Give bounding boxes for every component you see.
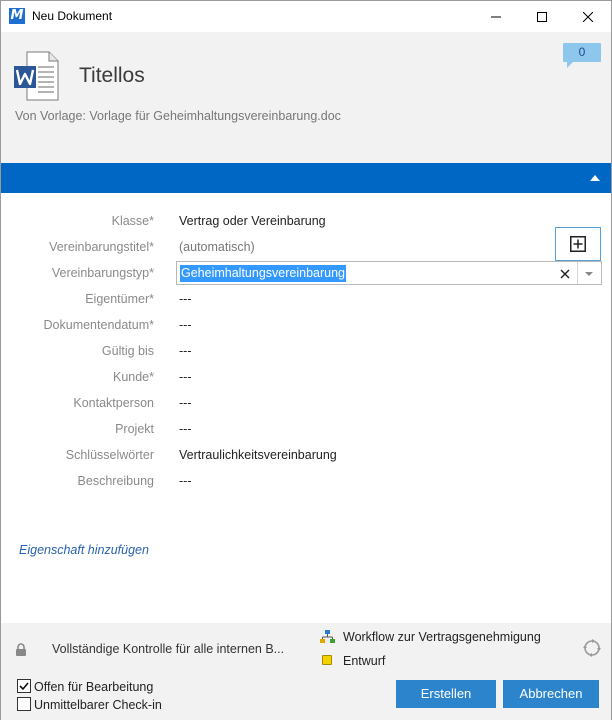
property-value[interactable]: Vertrag oder Vereinbarung <box>179 214 326 228</box>
properties-form: Klasse* Vertrag oder Vereinbarung Verein… <box>1 193 611 613</box>
lock-icon <box>16 643 26 656</box>
property-value[interactable]: --- <box>179 422 192 436</box>
property-label: Vereinbarungstitel* <box>49 240 154 254</box>
cancel-button[interactable]: Abbrechen <box>503 680 599 708</box>
properties-collapse-bar[interactable] <box>1 163 611 193</box>
chevron-up-icon[interactable] <box>589 173 601 183</box>
permission-text[interactable]: Vollständige Kontrolle für alle internen… <box>52 642 284 656</box>
workflow-icon <box>320 630 335 643</box>
refresh-icon[interactable] <box>583 639 601 657</box>
property-label: Klasse* <box>111 214 154 228</box>
immediate-checkin-label[interactable]: Unmittelbarer Check-in <box>34 698 162 712</box>
property-row-kontaktperson: Kontaktperson --- <box>1 393 611 415</box>
property-value[interactable]: --- <box>179 474 192 488</box>
property-label: Beschreibung <box>77 474 154 488</box>
property-label: Kunde* <box>112 370 154 384</box>
property-row-schluesselwoerter: Schlüsselwörter Vertraulichkeitsvereinba… <box>1 445 611 467</box>
close-button[interactable] <box>565 1 611 32</box>
property-value[interactable]: --- <box>179 318 192 332</box>
create-button[interactable]: Erstellen <box>396 680 496 708</box>
property-row-eigentuemer: Eigentümer* --- <box>1 289 611 311</box>
chevron-down-icon[interactable] <box>582 269 596 279</box>
add-property-link[interactable]: Eigenschaft hinzufügen <box>19 543 149 557</box>
add-button[interactable] <box>555 227 601 261</box>
property-label: Vereinbarungstyp* <box>51 266 154 280</box>
property-row-kunde: Kunde* --- <box>1 367 611 389</box>
property-label: Projekt <box>115 422 154 436</box>
property-value[interactable]: --- <box>179 396 192 410</box>
property-value[interactable]: --- <box>179 370 192 384</box>
property-label: Schlüsselwörter <box>65 448 154 462</box>
title-bar[interactable]: M Neu Dokument <box>1 1 611 32</box>
maximize-button[interactable] <box>519 1 565 32</box>
property-value[interactable]: --- <box>179 292 192 306</box>
open-for-edit-label[interactable]: Offen für Bearbeitung <box>34 680 153 694</box>
new-document-window: M Neu Dokument Titellos Von Vorlage: Vor… <box>0 0 612 720</box>
workflow-state[interactable]: Entwurf <box>343 654 385 668</box>
property-label: Kontaktperson <box>73 396 154 410</box>
window-title: Neu Dokument <box>32 9 113 23</box>
open-for-edit-checkbox[interactable] <box>17 679 31 693</box>
status-panel: Vollständige Kontrolle für alle internen… <box>1 623 611 675</box>
minimize-button[interactable] <box>473 1 519 32</box>
document-title[interactable]: Titellos <box>79 64 145 88</box>
document-header: Titellos Von Vorlage: Vorlage für Geheim… <box>1 32 611 163</box>
app-logo-icon: M <box>9 8 25 24</box>
immediate-checkin-checkbox[interactable] <box>17 697 31 711</box>
property-label: Dokumentendatum* <box>43 318 154 332</box>
property-value[interactable]: (automatisch) <box>179 240 255 254</box>
property-value[interactable]: --- <box>179 344 192 358</box>
clear-button[interactable] <box>557 266 573 282</box>
comment-count-badge[interactable]: 0 <box>563 43 601 68</box>
combobox-separator <box>577 262 578 284</box>
property-row-projekt: Projekt --- <box>1 419 611 441</box>
property-label: Eigentümer* <box>85 292 154 306</box>
agreement-type-combobox[interactable]: Geheimhaltungsvereinbarung <box>176 261 602 285</box>
template-source: Von Vorlage: Vorlage für Geheimhaltungsv… <box>15 109 341 123</box>
property-row-dokumentendatum: Dokumentendatum* --- <box>1 315 611 337</box>
checkmark-icon <box>19 682 29 691</box>
property-label: Gültig bis <box>101 344 154 358</box>
property-row-beschreibung: Beschreibung --- <box>1 471 611 493</box>
word-document-icon <box>14 51 59 101</box>
property-value[interactable]: Vertraulichkeitsvereinbarung <box>179 448 337 462</box>
dialog-footer: Offen für Bearbeitung Unmittelbarer Chec… <box>1 675 611 720</box>
property-row-vereinbarungstitel: Vereinbarungstitel* (automatisch) <box>1 237 611 259</box>
property-row-gueltig-bis: Gültig bis --- <box>1 341 611 363</box>
plus-box-icon <box>570 236 586 252</box>
workflow-name[interactable]: Workflow zur Vertragsgenehmigung <box>343 630 541 644</box>
maximize-icon <box>537 11 547 22</box>
minimize-icon <box>491 16 501 17</box>
agreement-type-value[interactable]: Geheimhaltungsvereinbarung <box>180 265 346 282</box>
state-color-icon <box>322 655 332 665</box>
property-row-klasse: Klasse* Vertrag oder Vereinbarung <box>1 211 611 233</box>
close-icon <box>583 11 593 22</box>
clear-x-icon <box>560 269 570 279</box>
